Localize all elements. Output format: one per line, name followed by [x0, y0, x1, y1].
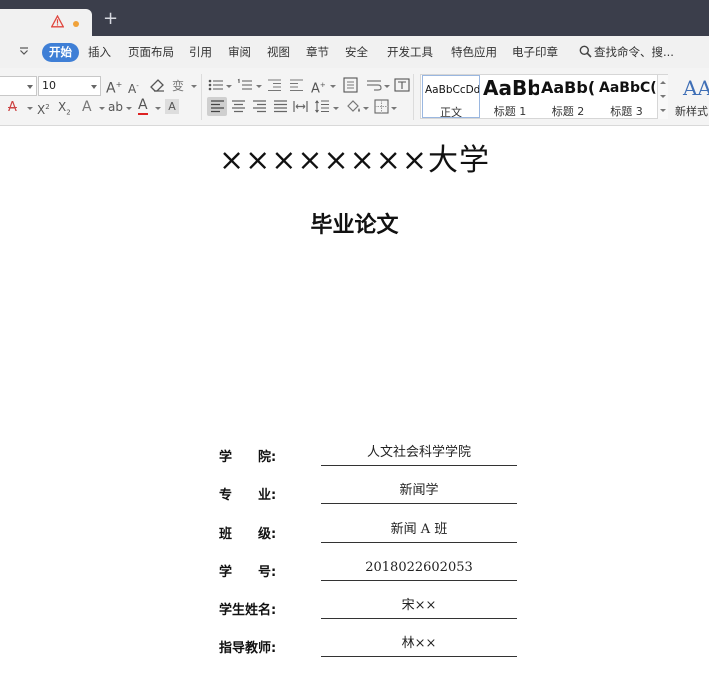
- highlight-icon[interactable]: ab: [108, 99, 123, 115]
- decrease-indent-icon[interactable]: [267, 78, 282, 92]
- field-value: 人文社会科学学院: [321, 444, 517, 466]
- align-right-icon[interactable]: [252, 100, 267, 113]
- phonetic-guide-icon[interactable]: 变: [172, 78, 184, 94]
- ribbon: 10 A+ A- 变 A X2 X2 A ab A A A+ AaBbCcDd …: [0, 68, 709, 126]
- menu-insert[interactable]: 插入: [88, 44, 111, 60]
- warning-icon: [51, 15, 64, 28]
- menu-developer[interactable]: 开发工具: [387, 44, 433, 60]
- university-name: ××××××××大学: [218, 143, 491, 178]
- field-value: 宋××: [321, 597, 517, 619]
- field-label: 指导教师:: [219, 641, 277, 656]
- info-row-college: 学 院: 人文社会科学学院: [0, 442, 709, 468]
- info-row-student-id: 学 号: 2018022602053: [0, 557, 709, 583]
- borders-icon[interactable]: [374, 99, 389, 114]
- document-page[interactable]: ××××××××大学 毕业论文 学 院: 人文社会科学学院 专 业: 新闻学 班…: [0, 127, 709, 677]
- info-row-class: 班 级: 新闻 A 班: [0, 519, 709, 545]
- field-value: 新闻学: [321, 482, 517, 504]
- styles-gallery: AaBbCcDd 正文 AaBb 标题 1 AaBb( 标题 2 AaBbC( …: [420, 74, 668, 119]
- menu-view[interactable]: 视图: [267, 44, 290, 60]
- field-label: 专 业:: [219, 488, 277, 503]
- text-effect-icon[interactable]: A: [82, 99, 92, 115]
- bullet-list-icon[interactable]: [208, 78, 224, 92]
- field-label: 学 院:: [219, 450, 277, 465]
- grow-font-icon[interactable]: A+: [106, 77, 122, 97]
- font-color-icon[interactable]: A: [138, 98, 148, 115]
- change-case-icon[interactable]: A+: [311, 77, 326, 97]
- thesis-title: 毕业论文: [310, 213, 399, 238]
- menu-section[interactable]: 章节: [306, 44, 329, 60]
- style-heading-2[interactable]: AaBb( 标题 2: [539, 75, 597, 118]
- field-label: 班 级:: [219, 527, 277, 542]
- menu-featured-apps[interactable]: 特色应用: [451, 44, 497, 60]
- field-value: 2018022602053: [321, 559, 517, 581]
- line-spacing-icon[interactable]: [315, 100, 330, 113]
- font-size-value: 10: [42, 79, 56, 92]
- command-search[interactable]: 查找命令、搜...: [594, 44, 674, 60]
- shading-fill-icon[interactable]: [345, 99, 362, 114]
- new-style-label[interactable]: 新样式: [675, 103, 708, 119]
- font-name-select[interactable]: [0, 76, 37, 96]
- text-box-icon[interactable]: [394, 77, 410, 93]
- quick-access-chevron-icon[interactable]: [19, 46, 29, 56]
- styles-scroll[interactable]: [657, 75, 668, 119]
- tab-bar: +: [0, 0, 709, 36]
- chinese-layout-icon[interactable]: [343, 77, 358, 93]
- align-left-icon[interactable]: [210, 100, 225, 113]
- menu-security[interactable]: 安全: [345, 44, 368, 60]
- line-wrap-icon[interactable]: [366, 78, 382, 92]
- document-tab[interactable]: [0, 9, 92, 36]
- style-heading-3[interactable]: AaBbC( 标题 3: [597, 75, 656, 118]
- new-style-icon[interactable]: AA: [683, 76, 709, 100]
- align-center-icon[interactable]: [231, 100, 246, 113]
- superscript-icon[interactable]: X2: [37, 99, 50, 118]
- field-label: 学 号:: [219, 565, 277, 580]
- font-size-select[interactable]: 10: [38, 76, 101, 96]
- numbered-list-icon[interactable]: [237, 78, 253, 92]
- field-value: 林××: [321, 635, 517, 657]
- menu-bar: 开始 插入 页面布局 引用 审阅 视图 章节 安全 开发工具 特色应用 电子印章…: [0, 36, 709, 68]
- menu-references[interactable]: 引用: [189, 44, 212, 60]
- increase-indent-icon[interactable]: [289, 78, 304, 92]
- info-row-student-name: 学生姓名: 宋××: [0, 595, 709, 621]
- strikethrough-icon[interactable]: A: [8, 100, 17, 116]
- menu-home[interactable]: 开始: [42, 43, 79, 62]
- unsaved-dot-icon: [73, 21, 79, 27]
- style-normal[interactable]: AaBbCcDd 正文: [422, 75, 480, 118]
- new-tab-button[interactable]: +: [103, 10, 118, 28]
- subscript-icon[interactable]: X2: [58, 99, 71, 120]
- style-heading-1[interactable]: AaBb 标题 1: [481, 75, 539, 118]
- menu-e-seal[interactable]: 电子印章: [512, 44, 558, 60]
- info-row-advisor: 指导教师: 林××: [0, 633, 709, 659]
- shrink-font-icon[interactable]: A-: [128, 78, 139, 97]
- justify-icon[interactable]: [273, 100, 288, 113]
- field-value: 新闻 A 班: [321, 521, 517, 543]
- field-label: 学生姓名:: [219, 603, 277, 618]
- menu-page-layout[interactable]: 页面布局: [128, 44, 174, 60]
- info-row-major: 专 业: 新闻学: [0, 480, 709, 506]
- search-icon[interactable]: [579, 45, 592, 58]
- distributed-icon[interactable]: [293, 100, 308, 113]
- char-shading-icon[interactable]: A: [165, 99, 179, 114]
- eraser-icon[interactable]: [150, 78, 166, 93]
- menu-review[interactable]: 审阅: [228, 44, 251, 60]
